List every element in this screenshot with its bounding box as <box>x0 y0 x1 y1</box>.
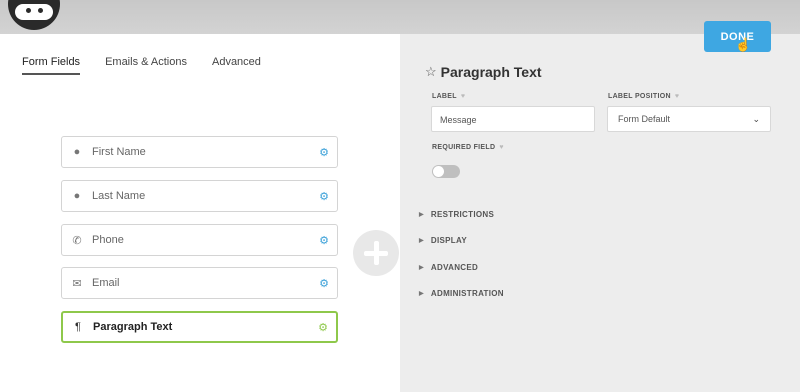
section-administration[interactable]: ▶ ADMINISTRATION <box>419 289 504 298</box>
section-restrictions[interactable]: ▶ RESTRICTIONS <box>419 210 494 219</box>
section-label: ADVANCED <box>430 263 479 272</box>
caret-right-icon: ▶ <box>419 291 424 297</box>
panel-title-text: Paragraph Text <box>440 64 542 80</box>
user-icon: ● <box>73 146 81 158</box>
tab-advanced[interactable]: Advanced <box>212 56 261 75</box>
field-first-name[interactable]: ● First Name ⚙ <box>61 136 338 168</box>
field-paragraph-text[interactable]: ¶ Paragraph Text ⚙ <box>61 311 338 343</box>
section-advanced[interactable]: ▶ ADVANCED <box>419 263 478 272</box>
gear-icon[interactable]: ⚙ <box>310 321 336 334</box>
user-icon: ● <box>73 190 81 202</box>
gear-icon[interactable]: ⚙ <box>311 234 337 247</box>
hand-cursor-icon: ☝ <box>735 37 752 52</box>
label-caption: LABEL ♥ <box>432 93 465 100</box>
label-input[interactable]: Message <box>431 106 595 132</box>
label-position-caption: LABEL POSITION ♥ <box>608 93 679 100</box>
field-label: Email <box>92 277 120 289</box>
chevron-down-icon: ⌄ <box>752 113 760 124</box>
label-position-caption-text: LABEL POSITION <box>608 93 671 100</box>
field-label: Last Name <box>92 190 146 202</box>
star-icon[interactable]: ☆ <box>425 64 437 80</box>
field-email[interactable]: ✉ Email ⚙ <box>61 267 338 299</box>
label-caption-text: LABEL <box>432 93 457 100</box>
builder-tabs: Form Fields Emails & Actions Advanced <box>22 56 286 75</box>
envelope-icon: ✉ <box>72 277 82 290</box>
field-label: Phone <box>92 234 124 246</box>
gear-icon[interactable]: ⚙ <box>311 277 337 290</box>
label-position-value: Form Default <box>618 114 671 124</box>
info-icon: ♥ <box>674 93 680 100</box>
panel-title: ☆ Paragraph Text <box>425 64 542 80</box>
field-phone[interactable]: ✆ Phone ⚙ <box>61 224 338 256</box>
label-position-select[interactable]: Form Default ⌄ <box>607 106 771 132</box>
field-label: First Name <box>92 146 146 158</box>
tab-form-fields[interactable]: Form Fields <box>22 56 81 75</box>
top-bar <box>0 0 800 34</box>
pilcrow-icon: ¶ <box>75 321 81 333</box>
section-label: DISPLAY <box>430 236 467 245</box>
caret-right-icon: ▶ <box>419 212 424 218</box>
section-display[interactable]: ▶ DISPLAY <box>419 236 467 245</box>
info-icon: ♥ <box>499 144 504 151</box>
caret-right-icon: ▶ <box>419 238 424 244</box>
caret-right-icon: ▶ <box>419 265 424 271</box>
phone-icon: ✆ <box>72 234 82 247</box>
tab-emails-actions[interactable]: Emails & Actions <box>105 56 187 75</box>
section-label: ADMINISTRATION <box>430 289 504 298</box>
required-field-toggle[interactable] <box>432 165 460 178</box>
field-label: Paragraph Text <box>93 321 173 333</box>
gear-icon[interactable]: ⚙ <box>311 190 337 203</box>
add-field-button[interactable] <box>353 230 399 276</box>
required-field-caption: REQUIRED FIELD ♥ <box>432 144 504 151</box>
ninja-logo <box>8 0 60 30</box>
info-icon: ♥ <box>460 93 466 100</box>
section-label: RESTRICTIONS <box>430 210 495 219</box>
required-caption-text: REQUIRED FIELD <box>432 144 496 151</box>
toggle-knob <box>433 166 444 177</box>
gear-icon[interactable]: ⚙ <box>311 146 337 159</box>
field-last-name[interactable]: ● Last Name ⚙ <box>61 180 338 212</box>
